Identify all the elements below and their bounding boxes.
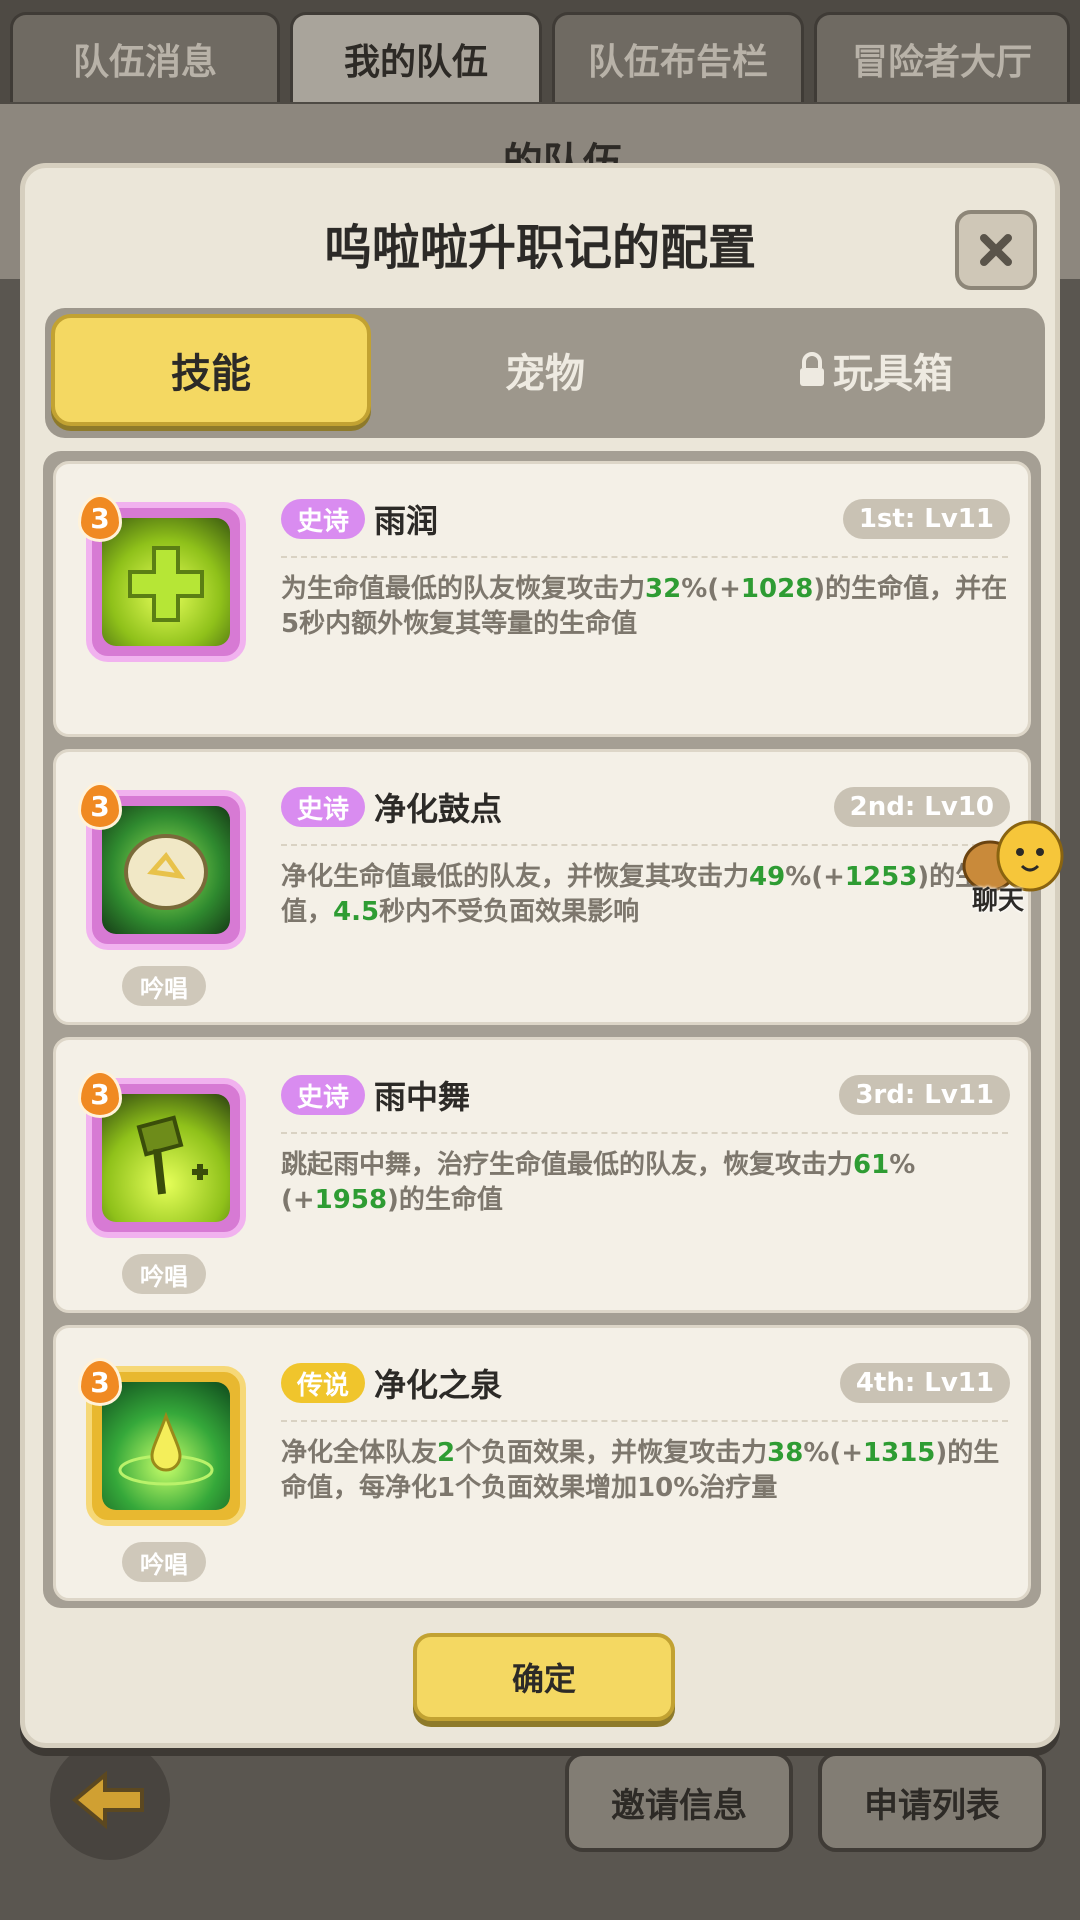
skill-description: 跳起雨中舞，治疗生命值最低的队友，恢复攻击力61%(+1958)的生命值 (281, 1150, 916, 1215)
chant-tag: 吟唱 (122, 1542, 206, 1582)
modal-title: 呜啦啦升职记的配置 (323, 220, 756, 276)
divider (281, 844, 1008, 846)
rarity-badge: 史诗 (281, 787, 365, 827)
tab-team-messages[interactable]: 队伍消息 (10, 12, 280, 102)
close-button[interactable] (955, 210, 1037, 290)
skill-description: 净化生命值最低的队友，并恢复其攻击力49%(+1253)的生命值，4.5秒内不受… (281, 862, 1008, 927)
skill-card[interactable]: 3 吟唱 传说 净化之泉 4th: Lv11 净化全体队友2个负面效果，并恢复攻… (53, 1325, 1031, 1601)
skill-list: 3 史诗 雨润 1st: Lv11 为生命值最低的队友恢复攻击力32%(+102… (43, 451, 1041, 1608)
tab-pets[interactable]: 宠物 (385, 314, 705, 426)
chat-label: 聊天 (972, 886, 1025, 916)
chant-tag: 吟唱 (122, 1254, 206, 1294)
config-modal: 呜啦啦升职记的配置 技能 宠物 玩具箱 3 史诗 雨润 1st: Lv11 为生… (20, 163, 1060, 1748)
tab-adventurer-hall[interactable]: 冒险者大厅 (814, 12, 1070, 102)
divider (281, 1132, 1008, 1134)
close-icon (980, 234, 1012, 266)
rain-dance-icon (102, 1094, 230, 1222)
heal-cross-icon (102, 518, 230, 646)
skill-slot-level: 3rd: Lv11 (839, 1075, 1010, 1115)
skill-card[interactable]: 3 吟唱 史诗 净化鼓点 2nd: Lv10 净化生命值最低的队友，并恢复其攻击… (53, 749, 1031, 1025)
skill-slot-level: 4th: Lv11 (839, 1363, 1010, 1403)
skill-name: 雨中舞 (374, 1078, 471, 1116)
tab-toy-box-label: 玩具箱 (833, 351, 953, 397)
skill-card[interactable]: 3 吟唱 史诗 雨中舞 3rd: Lv11 跳起雨中舞，治疗生命值最低的队友，恢… (53, 1037, 1031, 1313)
drum-icon (102, 806, 230, 934)
lock-icon (800, 352, 824, 386)
divider (281, 1420, 1008, 1422)
divider (281, 556, 1008, 558)
rarity-badge: 史诗 (281, 1075, 365, 1115)
back-arrow-icon (71, 1770, 144, 1830)
chant-tag: 吟唱 (122, 966, 206, 1006)
tab-skills[interactable]: 技能 (51, 314, 371, 426)
modal-tab-bar: 技能 宠物 玩具箱 (45, 308, 1045, 438)
top-tab-bar: 队伍消息 我的队伍 队伍布告栏 冒险者大厅 (0, 0, 1080, 104)
tab-toy-box[interactable]: 玩具箱 (715, 314, 1035, 426)
skill-name: 净化之泉 (374, 1366, 503, 1404)
spring-drop-icon (102, 1382, 230, 1510)
tab-team-board[interactable]: 队伍布告栏 (552, 12, 804, 102)
invite-info-button[interactable]: 邀请信息 (565, 1752, 793, 1852)
skill-description: 净化全体队友2个负面效果，并恢复攻击力38%(+1315)的生命值，每净化1个负… (281, 1438, 1000, 1503)
skill-slot-level: 1st: Lv11 (842, 499, 1010, 539)
tab-my-team[interactable]: 我的队伍 (290, 12, 542, 102)
back-button[interactable] (50, 1740, 170, 1860)
confirm-button[interactable]: 确定 (413, 1633, 675, 1721)
skill-name: 净化鼓点 (374, 790, 503, 828)
rarity-badge: 史诗 (281, 499, 365, 539)
skill-description: 为生命值最低的队友恢复攻击力32%(+1028)的生命值，并在5秒内额外恢复其等… (281, 574, 1008, 639)
skill-name: 雨润 (374, 502, 439, 540)
apply-list-button[interactable]: 申请列表 (818, 1752, 1046, 1852)
rarity-badge: 传说 (281, 1363, 365, 1403)
skill-card[interactable]: 3 史诗 雨润 1st: Lv11 为生命值最低的队友恢复攻击力32%(+102… (53, 461, 1031, 737)
